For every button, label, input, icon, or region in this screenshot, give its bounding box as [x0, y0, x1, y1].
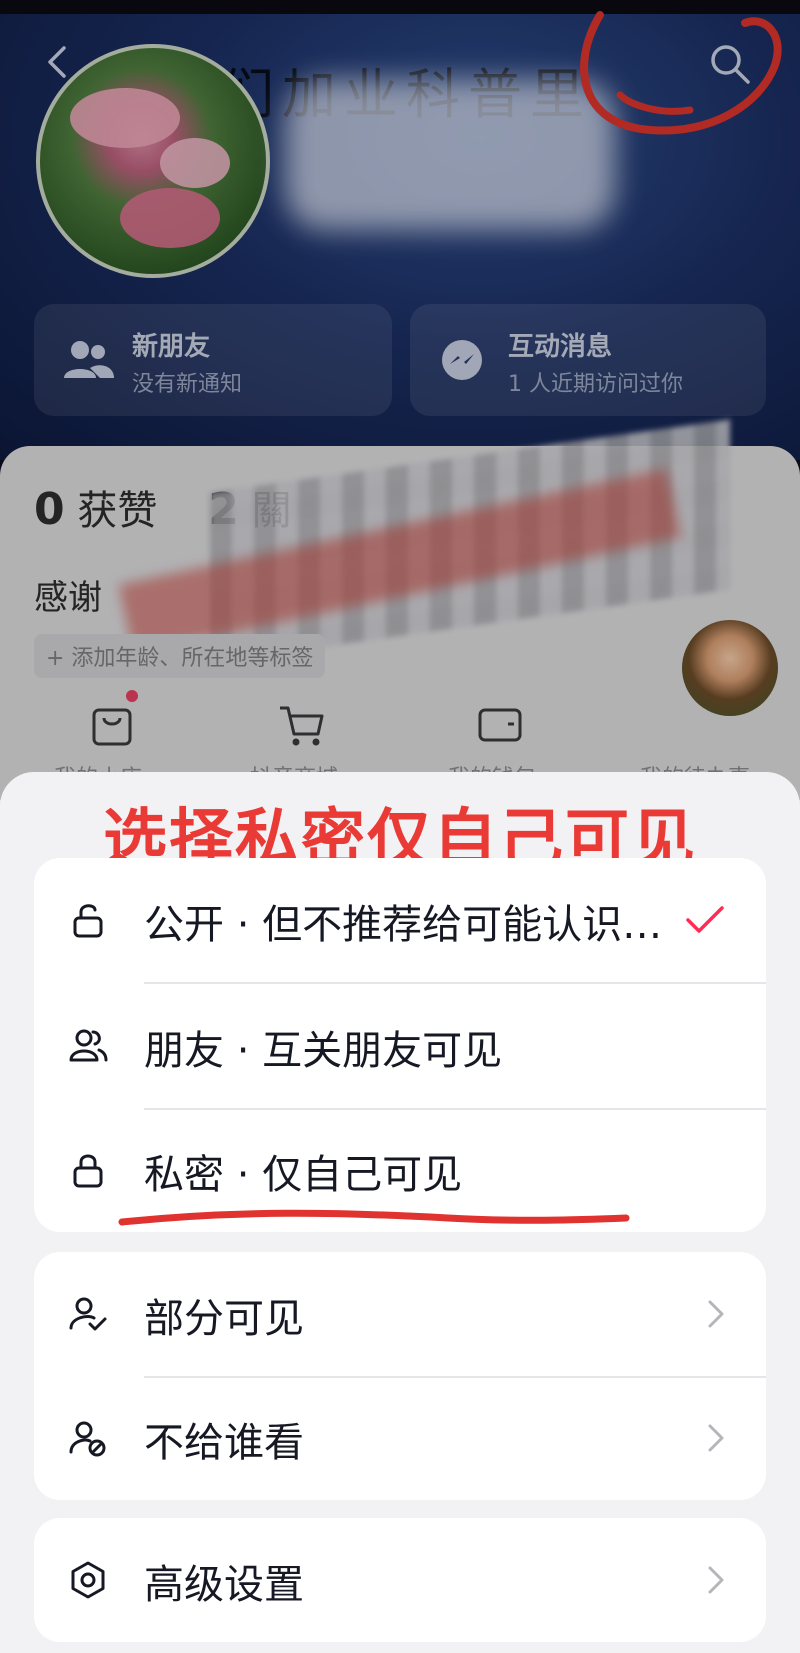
- option-partial-visible[interactable]: 部分可见: [34, 1252, 766, 1376]
- option-label: 朋友 · 互关朋友可见: [144, 1028, 503, 1074]
- checkmark-icon: [686, 906, 724, 933]
- red-underline-annotation: [118, 1209, 630, 1226]
- option-label: 部分可见: [144, 1296, 304, 1342]
- advanced-settings-row[interactable]: 高级设置: [34, 1518, 766, 1642]
- chevron-right-icon: [708, 1566, 724, 1594]
- chevron-right-icon: [708, 1424, 724, 1452]
- option-label: 不给谁看: [144, 1420, 304, 1466]
- partial-visibility-group: 部分可见 不给谁看: [34, 1252, 766, 1500]
- option-friends[interactable]: 朋友 · 互关朋友可见: [34, 984, 766, 1108]
- option-label: 公开 · 但不推荐给可能认识…: [144, 902, 663, 948]
- user-check-icon: [69, 1297, 107, 1331]
- advanced-settings-group: 高级设置: [34, 1518, 766, 1642]
- chevron-right-icon: [708, 1300, 724, 1328]
- friends-icon: [69, 1029, 108, 1062]
- visibility-options-group: 公开 · 但不推荐给可能认识… 朋友 · 互关朋友可见 私密 · 仅自己可见: [34, 858, 766, 1232]
- lock-icon: [73, 1154, 103, 1188]
- modal-overlay[interactable]: [0, 0, 800, 800]
- option-label: 高级设置: [144, 1562, 304, 1608]
- unlock-icon: [73, 904, 103, 938]
- option-public[interactable]: 公开 · 但不推荐给可能认识…: [34, 858, 766, 982]
- option-label: 私密 · 仅自己可见: [144, 1152, 463, 1198]
- user-block-icon: [69, 1421, 106, 1457]
- option-hide-from[interactable]: 不给谁看: [34, 1376, 766, 1500]
- screen: 们加业科普里 新朋友 没有新通知: [0, 0, 800, 1653]
- settings-icon: [71, 1561, 105, 1599]
